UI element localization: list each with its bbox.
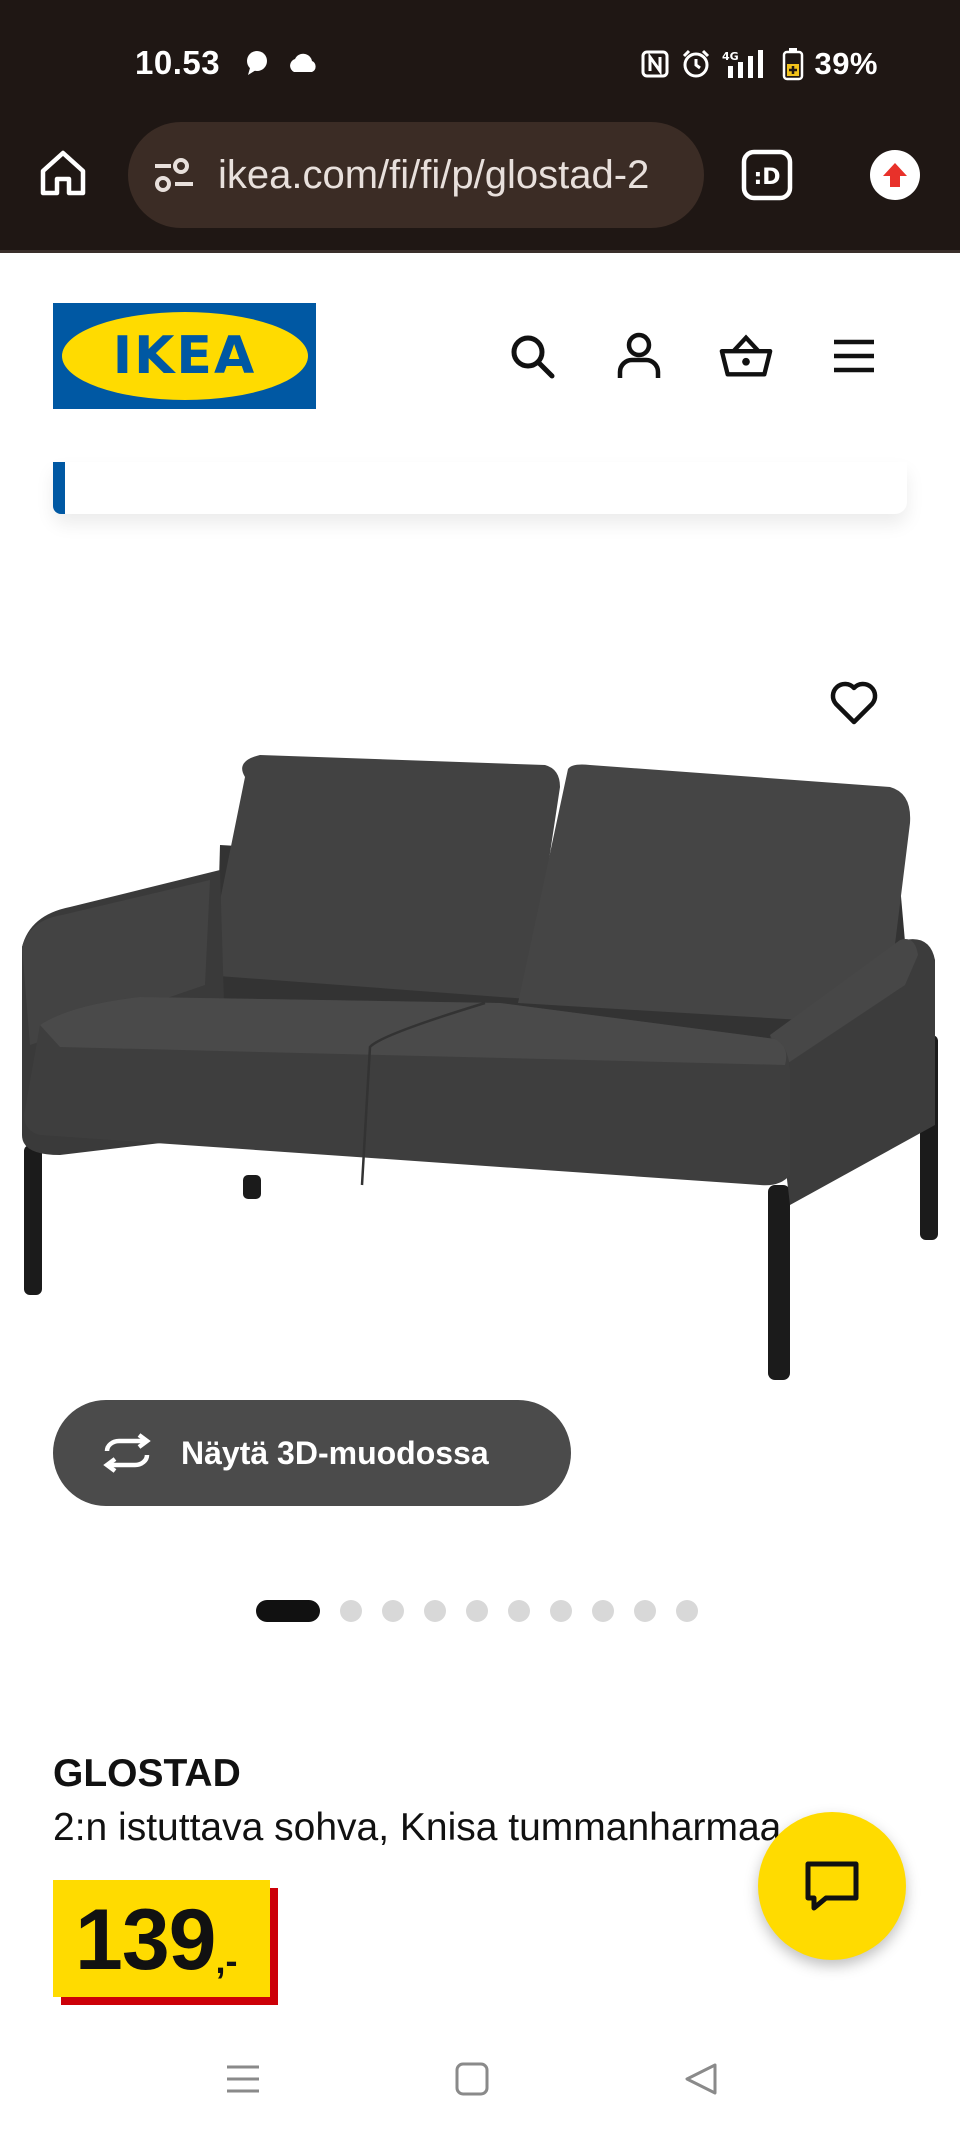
home-icon bbox=[40, 150, 86, 196]
gallery-dot[interactable] bbox=[550, 1600, 572, 1622]
gallery-pagination bbox=[256, 1600, 698, 1622]
account-icon bbox=[617, 332, 661, 378]
product-gallery: Näytä 3D-muodossa bbox=[0, 545, 960, 1622]
gallery-dot[interactable] bbox=[424, 1600, 446, 1622]
search-icon bbox=[511, 335, 555, 379]
chat-button[interactable] bbox=[758, 1812, 906, 1960]
favorite-button[interactable] bbox=[826, 675, 882, 731]
rotate-3d-icon bbox=[103, 1433, 151, 1473]
status-bar: 10.53 4G 39% bbox=[0, 30, 960, 100]
site-settings-icon[interactable] bbox=[152, 153, 196, 197]
view-3d-label: Näytä 3D-muodossa bbox=[181, 1434, 489, 1471]
back-button[interactable] bbox=[676, 2054, 726, 2104]
price-integer: 139 bbox=[75, 1892, 216, 1988]
product-name: GLOSTAD bbox=[53, 1752, 241, 1795]
url-text[interactable]: ikea.com/fi/fi/p/glostad-2 bbox=[218, 153, 693, 198]
price-tag: 139 ,- bbox=[53, 1880, 278, 2005]
status-right: 4G 39% bbox=[640, 46, 878, 82]
chat-bubble-icon bbox=[247, 51, 267, 75]
gallery-dot[interactable] bbox=[382, 1600, 404, 1622]
gallery-dot[interactable] bbox=[508, 1600, 530, 1622]
battery-percentage: 39% bbox=[814, 46, 878, 81]
battery-saver-icon bbox=[783, 48, 804, 81]
product-image[interactable] bbox=[0, 735, 960, 1415]
logo-text: IKEA bbox=[112, 326, 257, 386]
logo-oval: IKEA bbox=[61, 312, 308, 400]
address-row: ikea.com/fi/fi/p/glostad-2 :D bbox=[0, 120, 960, 230]
system-nav-bar bbox=[0, 2020, 960, 2133]
cloud-icon bbox=[290, 53, 316, 72]
notice-accent bbox=[53, 462, 65, 514]
alarm-icon bbox=[683, 49, 710, 78]
gallery-dot[interactable] bbox=[676, 1600, 698, 1622]
site-header: IKEA bbox=[0, 253, 960, 463]
svg-text:4G: 4G bbox=[722, 50, 739, 63]
page: 10.53 4G 39% ikea.com/fi/fi/p/glostad-2 … bbox=[0, 0, 960, 2133]
chat-icon bbox=[805, 1861, 859, 1911]
gallery-dot[interactable] bbox=[466, 1600, 488, 1622]
tab-switcher-icon: :D bbox=[741, 149, 793, 201]
ikea-logo[interactable]: IKEA bbox=[53, 303, 316, 409]
gallery-dot[interactable] bbox=[340, 1600, 362, 1622]
browser-chrome: 10.53 4G 39% ikea.com/fi/fi/p/glostad-2 … bbox=[0, 0, 960, 250]
svg-text::D: :D bbox=[753, 165, 780, 190]
notice-banner bbox=[53, 462, 907, 514]
home-button[interactable] bbox=[34, 144, 92, 202]
back-triangle-icon bbox=[685, 2063, 717, 2095]
gallery-dot[interactable] bbox=[592, 1600, 614, 1622]
cart-button[interactable] bbox=[718, 328, 774, 384]
update-button[interactable] bbox=[870, 150, 920, 200]
tab-switcher-button[interactable]: :D bbox=[740, 148, 794, 202]
home-nav-button[interactable] bbox=[447, 2054, 497, 2104]
recent-apps-button[interactable] bbox=[218, 2054, 268, 2104]
gallery-dot-active[interactable] bbox=[256, 1600, 320, 1622]
recent-apps-icon bbox=[227, 2065, 259, 2093]
menu-button[interactable] bbox=[826, 328, 882, 384]
nfc-icon bbox=[641, 50, 669, 78]
square-home-icon bbox=[455, 2062, 489, 2096]
signal-icon: 4G bbox=[722, 50, 764, 78]
price-box: 139 ,- bbox=[53, 1880, 270, 1997]
gallery-dot[interactable] bbox=[634, 1600, 656, 1622]
status-time: 10.53 bbox=[135, 44, 221, 81]
cart-icon bbox=[719, 334, 773, 377]
price-suffix: ,- bbox=[215, 1940, 238, 1981]
product-description: 2:n istuttava sohva, Knisa tummanharmaa bbox=[53, 1806, 782, 1849]
heart-icon bbox=[830, 681, 878, 725]
menu-icon bbox=[834, 339, 874, 373]
notification-icons bbox=[242, 48, 320, 78]
account-button[interactable] bbox=[611, 328, 667, 384]
update-icon bbox=[883, 163, 907, 187]
address-bar[interactable]: ikea.com/fi/fi/p/glostad-2 bbox=[128, 122, 704, 228]
search-button[interactable] bbox=[504, 328, 560, 384]
view-3d-button[interactable]: Näytä 3D-muodossa bbox=[53, 1400, 571, 1506]
